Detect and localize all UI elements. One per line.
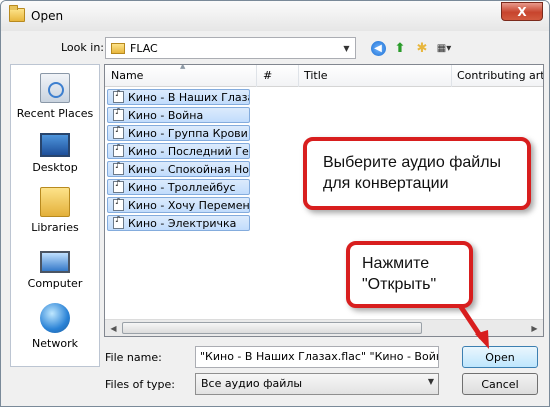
title-bar: Open X	[1, 1, 549, 31]
sort-ascending-icon: ▲	[180, 64, 186, 70]
file-name: Кино - Хочу Перемен	[128, 198, 250, 212]
cancel-button[interactable]: Cancel	[462, 373, 538, 395]
back-button[interactable]: ◀	[369, 39, 387, 57]
callout-text-line: Выберите аудио файлы	[323, 154, 502, 171]
column-divider[interactable]	[298, 65, 299, 87]
select-files-callout: Выберите аудио файлы для конвертации	[303, 137, 531, 210]
file-name: Кино - Последний Ге...	[128, 144, 250, 158]
file-name: Кино - Спокойная Но...	[128, 162, 250, 176]
place-label: Computer	[27, 277, 83, 290]
place-label: Libraries	[31, 221, 79, 234]
place-computer[interactable]: Computer	[11, 245, 99, 290]
place-recent-places[interactable]: Recent Places	[11, 73, 99, 120]
chevron-down-icon[interactable]: ▼	[338, 38, 355, 58]
files-of-type-label: Files of type:	[105, 378, 176, 391]
callout-text-line: "Открыть"	[362, 276, 437, 293]
look-in-value: FLAC	[130, 41, 158, 55]
press-open-callout: Нажмите "Открыть"	[346, 241, 473, 308]
look-in-combo[interactable]: FLAC ▼	[105, 37, 356, 59]
file-row[interactable]: Кино - Группа Крови	[107, 125, 250, 141]
pointer-arrow-icon	[458, 304, 489, 349]
file-row[interactable]: Кино - Последний Ге...	[107, 143, 250, 159]
audio-file-icon	[113, 162, 124, 175]
place-network[interactable]: Network	[11, 303, 99, 350]
look-in-label: Look in:	[61, 41, 104, 54]
file-name-input[interactable]: "Кино - В Наших Глазах.flac" "Кино - Вой…	[195, 346, 439, 368]
view-menu-icon: ▦▾	[436, 42, 452, 54]
up-folder-button[interactable]: ⬆	[391, 39, 409, 57]
audio-file-icon	[113, 144, 124, 157]
file-name: Кино - Группа Крови	[128, 126, 248, 140]
file-name: Кино - В Наших Глазах	[128, 90, 250, 104]
new-folder-icon: ✱	[416, 40, 428, 56]
column-divider[interactable]	[451, 65, 452, 87]
place-label: Desktop	[32, 161, 78, 174]
files-of-type-select[interactable]: Все аудио файлы ▼	[195, 373, 439, 395]
libraries-icon	[40, 187, 70, 217]
file-row[interactable]: Кино - В Наших Глазах	[107, 89, 250, 105]
column-title[interactable]: Title	[304, 69, 328, 82]
audio-file-icon	[113, 180, 124, 193]
folder-icon	[111, 42, 125, 54]
file-row[interactable]: Кино - Хочу Перемен	[107, 197, 250, 213]
column-header-row: ▲ Name # Title Contributing art	[105, 64, 543, 87]
audio-file-icon	[113, 126, 124, 139]
chevron-down-icon: ▼	[427, 377, 434, 386]
file-name-label: File name:	[105, 351, 162, 364]
open-dialog: Open X Look in: FLAC ▼ ◀ ⬆ ✱ ▦▾ Recent P…	[0, 0, 550, 407]
file-row[interactable]: Кино - Спокойная Но...	[107, 161, 250, 177]
place-label: Recent Places	[16, 107, 94, 120]
close-button[interactable]: X	[501, 2, 543, 21]
audio-file-icon	[113, 90, 124, 103]
file-name: Кино - Война	[128, 108, 204, 122]
network-icon	[40, 303, 70, 333]
place-desktop[interactable]: Desktop	[11, 129, 99, 174]
column-number[interactable]: #	[263, 69, 272, 82]
back-arrow-icon: ◀	[370, 40, 386, 56]
audio-file-icon	[113, 198, 124, 211]
desktop-icon	[40, 133, 70, 157]
scroll-right-icon[interactable]: ▶	[526, 320, 543, 336]
audio-file-icon	[113, 108, 124, 121]
navigation-toolbar: ◀ ⬆ ✱ ▦▾	[369, 39, 453, 57]
callout-text-line: для конвертации	[323, 175, 449, 192]
computer-icon	[40, 251, 70, 273]
recent-places-icon	[40, 73, 70, 103]
scrollbar-thumb[interactable]	[122, 322, 422, 334]
new-folder-button[interactable]: ✱	[413, 39, 431, 57]
file-row[interactable]: Кино - Троллейбус	[107, 179, 250, 195]
file-row[interactable]: Кино - Электричка	[107, 215, 250, 231]
callout-text-line: Нажмите	[362, 255, 430, 272]
scroll-left-icon[interactable]: ◀	[105, 320, 122, 336]
column-divider[interactable]	[256, 65, 257, 87]
folder-icon	[9, 5, 25, 22]
file-row[interactable]: Кино - Война	[107, 107, 250, 123]
view-menu-button[interactable]: ▦▾	[435, 39, 453, 57]
window-title: Open	[31, 9, 64, 23]
files-of-type-value: Все аудио файлы	[201, 377, 303, 390]
place-libraries[interactable]: Libraries	[11, 187, 99, 234]
place-label: Network	[32, 337, 78, 350]
up-folder-icon: ⬆	[394, 40, 406, 56]
audio-file-icon	[113, 216, 124, 229]
file-name: Кино - Электричка	[128, 216, 237, 230]
column-contributing-artists[interactable]: Contributing art	[457, 69, 543, 82]
places-bar: Recent Places Desktop Libraries Computer…	[10, 64, 100, 367]
column-name[interactable]: Name	[111, 69, 143, 82]
file-name: Кино - Троллейбус	[128, 180, 236, 194]
